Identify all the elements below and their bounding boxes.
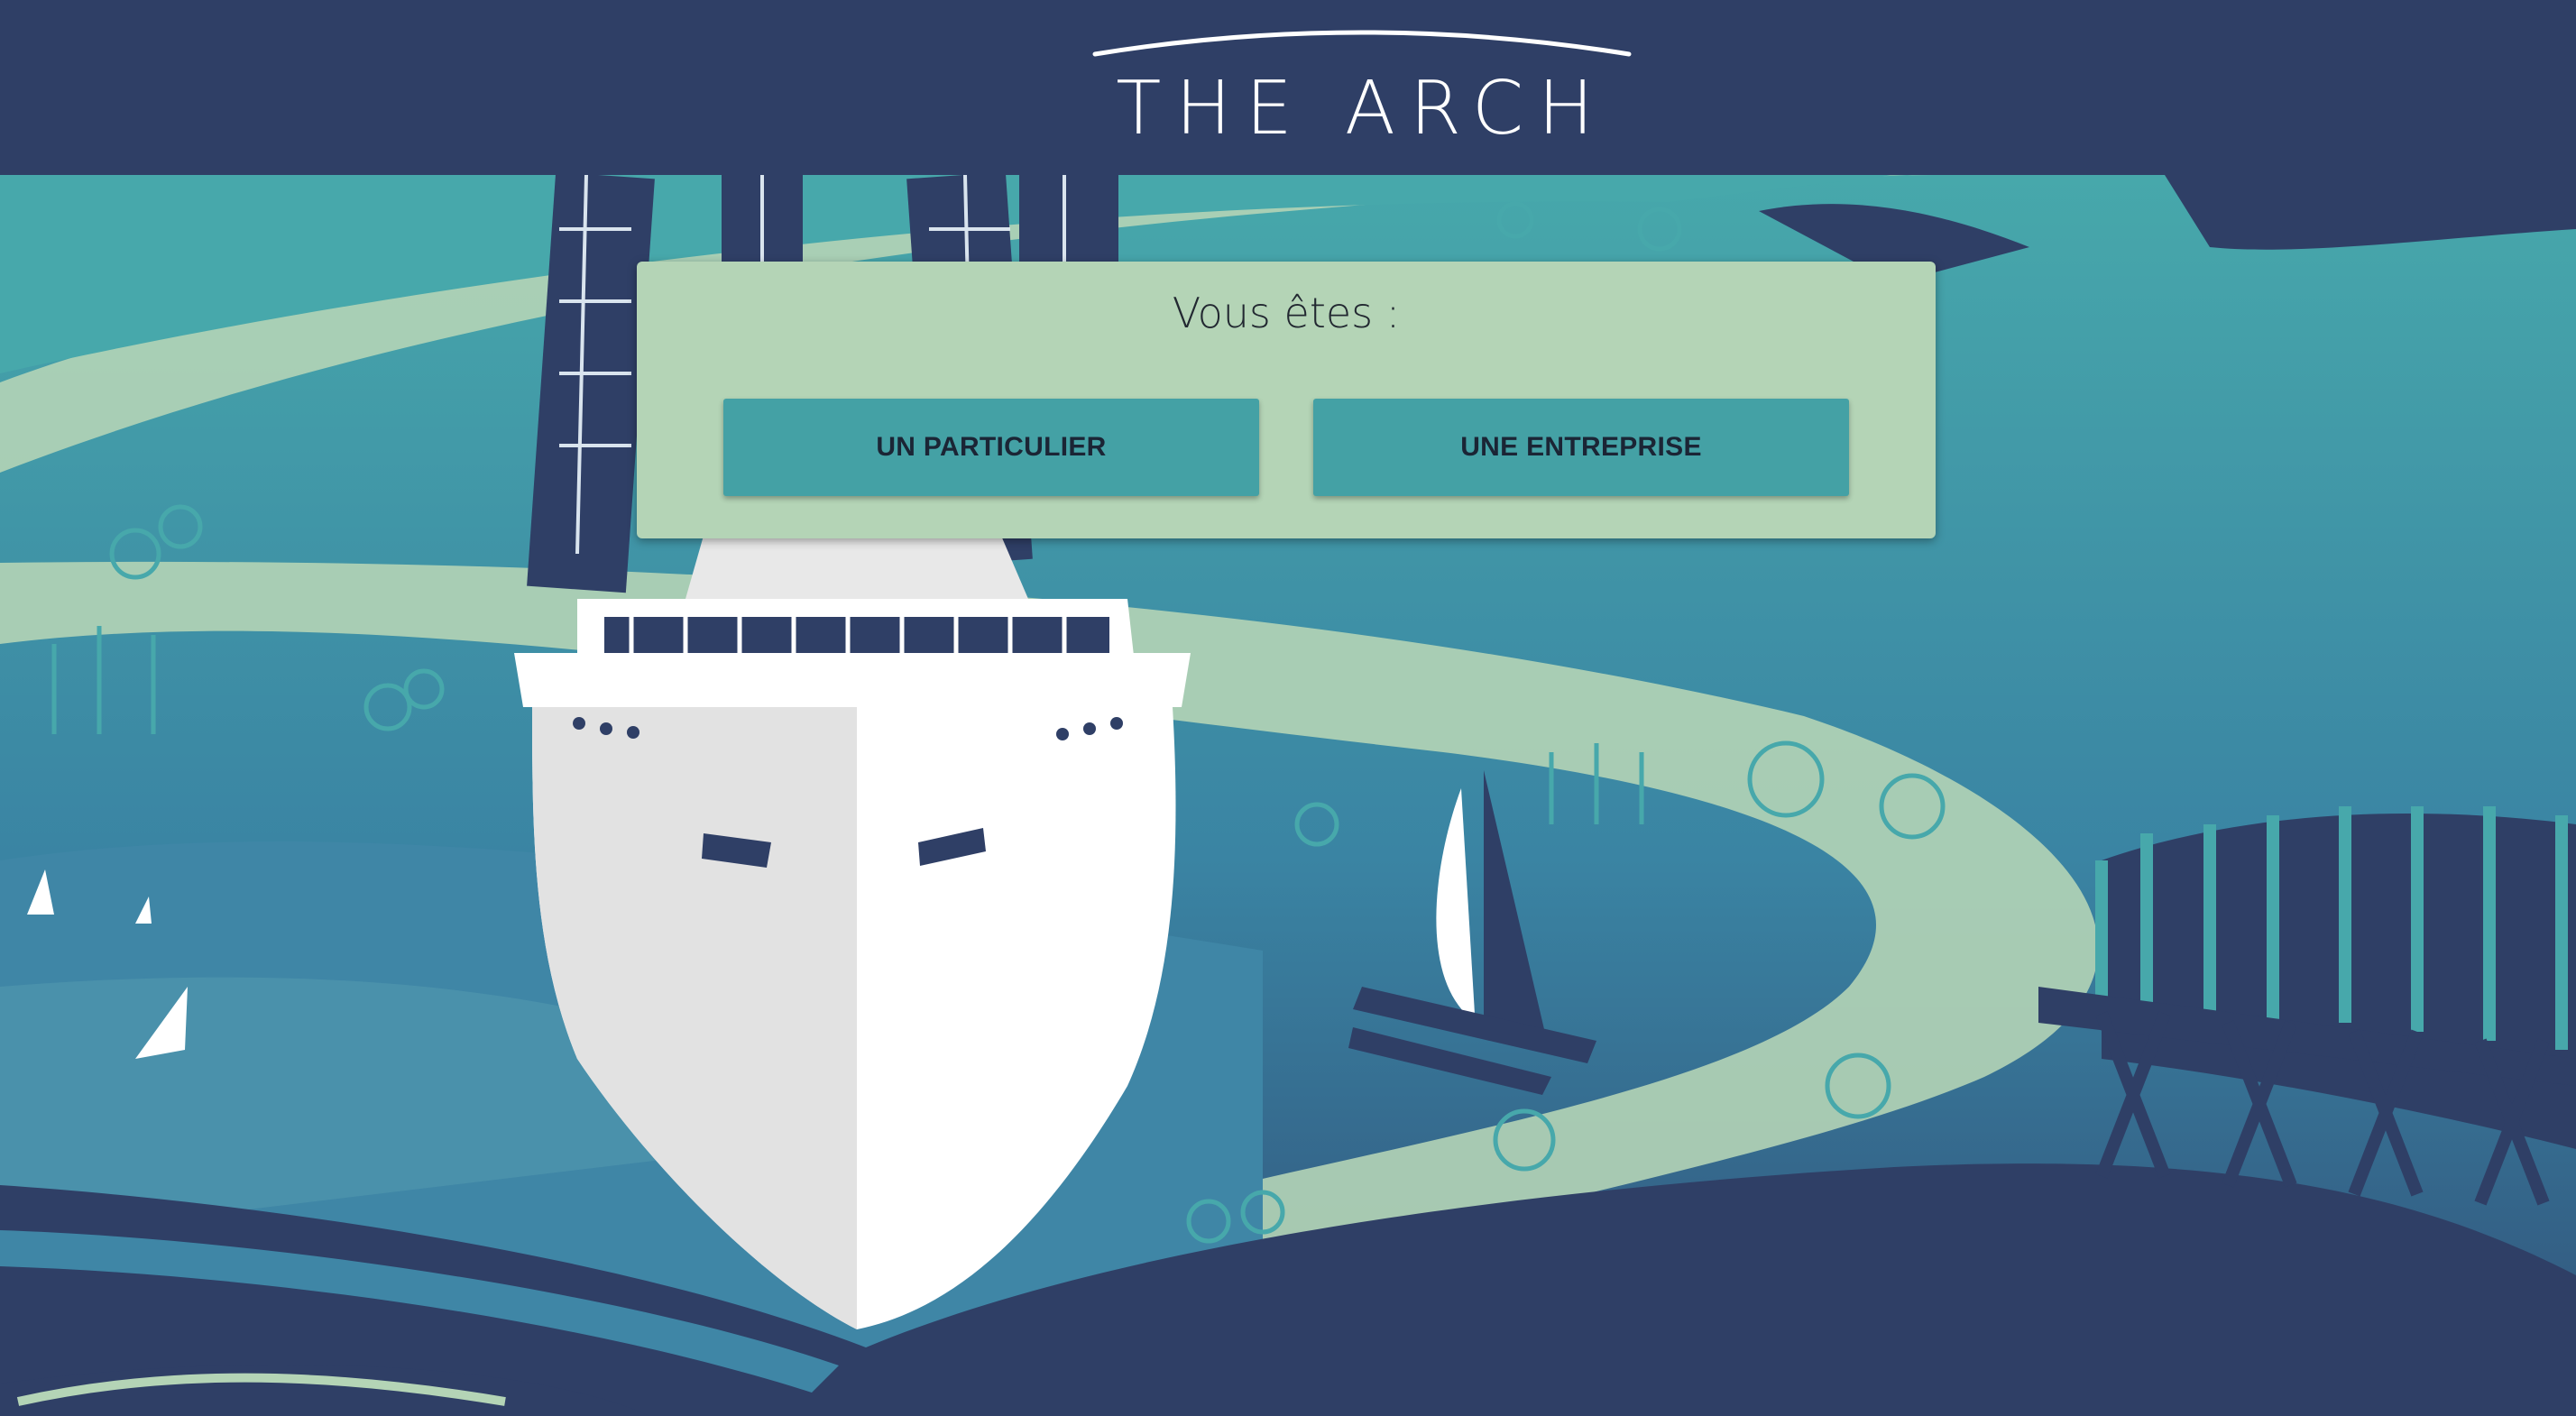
entreprise-button[interactable]: UNE ENTREPRISE [1313,399,1849,496]
logo-arc-icon [1092,30,1632,57]
question-card: Vous êtes : UN PARTICULIER UNE ENTREPRIS… [637,262,1936,538]
particulier-button[interactable]: UN PARTICULIER [723,399,1259,496]
logo-text: THE ARCH [1116,66,1608,152]
card-title: Vous êtes : [1172,289,1401,337]
site-header: THE ARCH [0,0,2576,175]
site-logo[interactable]: THE ARCH [1091,18,1633,162]
